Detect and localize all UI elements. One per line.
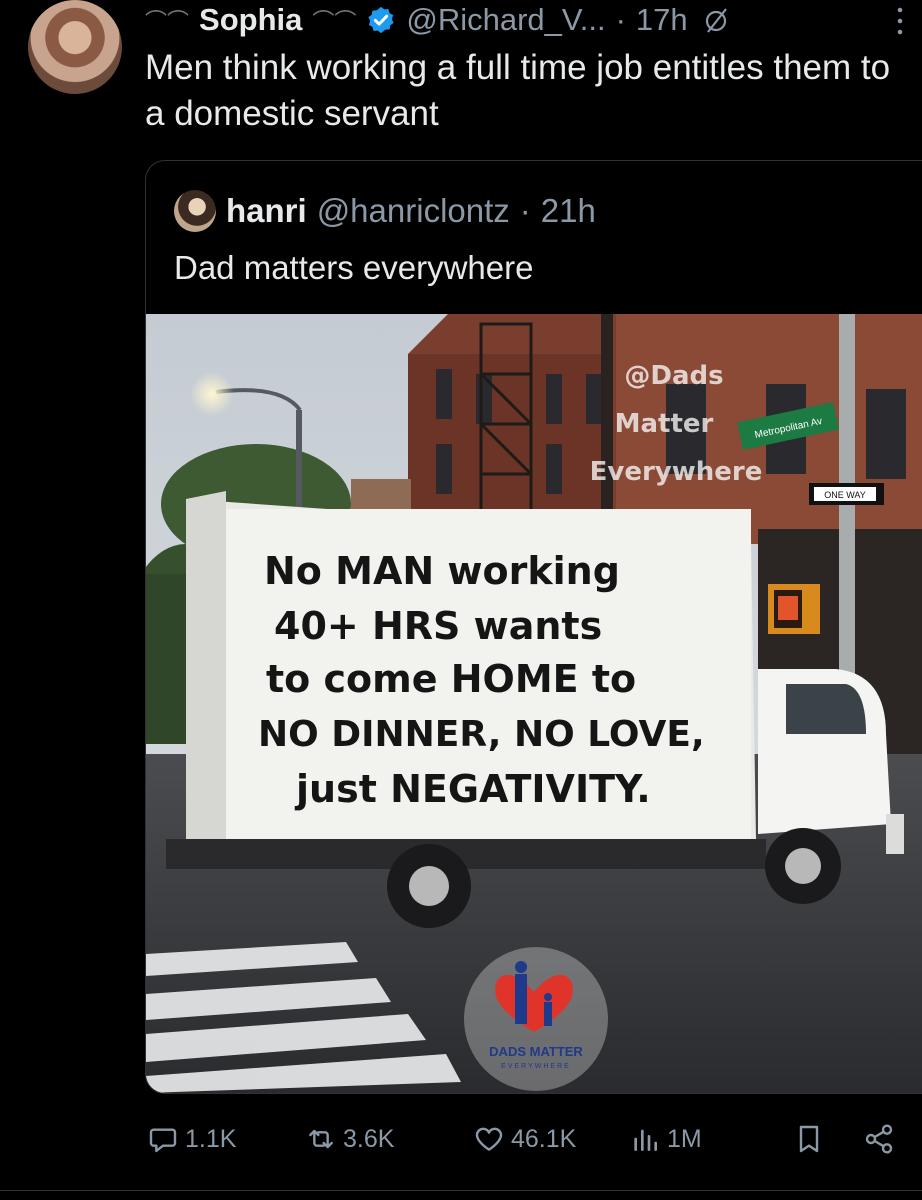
tweet-text: Men think working a full time job entitl…	[145, 48, 891, 133]
svg-text:Everywhere: Everywhere	[590, 457, 763, 487]
svg-text:40+ HRS wants: 40+ HRS wants	[274, 604, 602, 648]
quoted-tweet-photo[interactable]: Metropolitan Av ONE WAY No MAN working 4…	[146, 314, 922, 1093]
repost-count: 3.6K	[343, 1124, 395, 1153]
like-button[interactable]: 46.1K	[473, 1117, 576, 1161]
verified-badge-icon	[366, 5, 396, 35]
like-count: 46.1K	[511, 1124, 577, 1153]
tweet-header: ⌒⌒ Sophia ⌒⌒ @Richard_V... · 17h	[145, 0, 905, 40]
author-display-name[interactable]: Sophia	[199, 2, 302, 38]
quoted-tweet-header: hanri @hanriclontz · 21h	[174, 190, 596, 232]
quoted-tweet-text: Dad matters everywhere	[174, 249, 534, 286]
svg-text:just NEGATIVITY.: just NEGATIVITY.	[294, 767, 651, 811]
name-flourish: ⌒⌒	[145, 9, 190, 34]
repost-button[interactable]: 3.6K	[305, 1117, 394, 1161]
quoted-author-handle[interactable]: @hanriclontz	[317, 192, 510, 230]
reply-button[interactable]: 1.1K	[147, 1117, 236, 1161]
svg-text:No MAN working: No MAN working	[264, 549, 620, 593]
bookmark-button[interactable]	[793, 1117, 825, 1161]
tweet-action-bar: 1.1K 3.6K 46.1K 1M	[145, 1117, 905, 1161]
bookmark-icon	[799, 1125, 819, 1153]
repost-icon	[309, 1129, 333, 1149]
quoted-tweet-card[interactable]: hanri @hanriclontz · 21h Dad matters eve…	[145, 160, 922, 1094]
reply-icon	[149, 1128, 177, 1153]
quoted-author-display-name[interactable]: hanri	[226, 192, 307, 230]
views-bar-chart-icon	[634, 1129, 657, 1151]
heart-icon	[475, 1127, 503, 1151]
quoted-timestamp[interactable]: 21h	[541, 192, 596, 230]
tweet-timestamp[interactable]: 17h	[636, 2, 688, 38]
bottom-divider	[0, 1190, 922, 1191]
svg-text:Matter: Matter	[615, 409, 714, 439]
reply-count: 1.1K	[185, 1124, 237, 1153]
muted-icon	[702, 6, 730, 34]
quoted-author-avatar[interactable]	[174, 190, 216, 232]
dads-matter-logo: DADS MATTER EVERYWHERE	[464, 947, 608, 1091]
views-count: 1M	[667, 1124, 702, 1153]
svg-text:to come HOME to: to come HOME to	[266, 657, 636, 701]
more-options-icon[interactable]	[895, 6, 905, 43]
views-button[interactable]: 1M	[629, 1117, 702, 1161]
svg-text:@Dads: @Dads	[624, 361, 723, 391]
oneway-sign-text: ONE WAY	[824, 490, 866, 500]
separator-dot: ·	[615, 2, 626, 37]
quoted-separator-dot: ·	[519, 192, 531, 229]
name-flourish-right: ⌒⌒	[312, 9, 357, 34]
share-button[interactable]	[863, 1117, 895, 1161]
svg-text:EVERYWHERE: EVERYWHERE	[501, 1063, 571, 1070]
svg-text:DADS MATTER: DADS MATTER	[489, 1044, 583, 1059]
author-avatar[interactable]	[28, 0, 122, 94]
share-icon	[865, 1124, 893, 1154]
svg-text:NO DINNER, NO LOVE,: NO DINNER, NO LOVE,	[258, 714, 705, 755]
author-handle[interactable]: @Richard_V...	[406, 2, 605, 38]
